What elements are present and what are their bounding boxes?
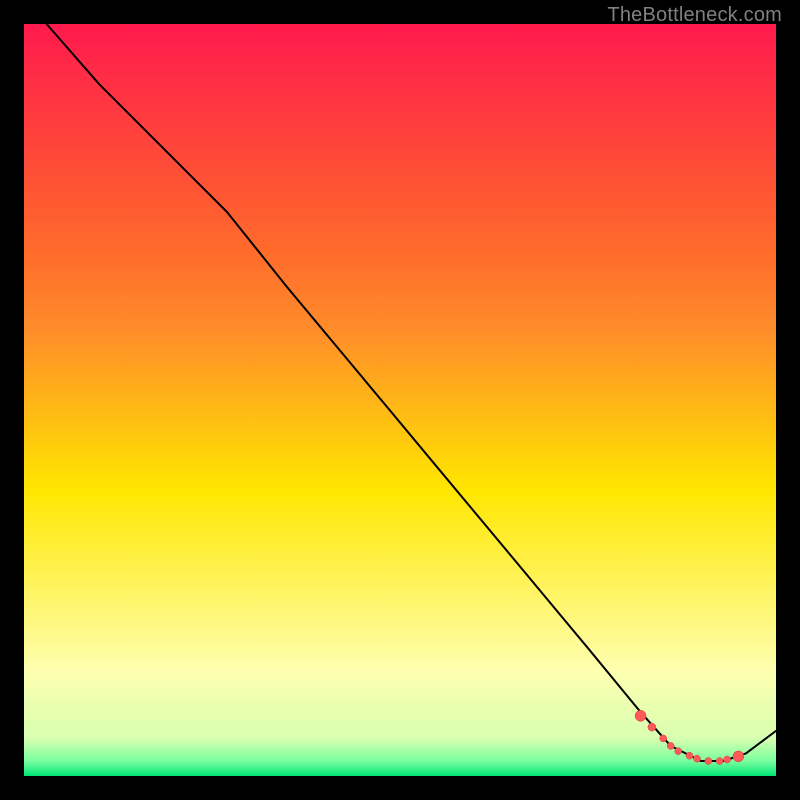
marker-point xyxy=(733,751,744,762)
marker-point xyxy=(705,758,712,765)
marker-point xyxy=(716,758,723,765)
marker-point xyxy=(694,755,701,762)
chart-frame: TheBottleneck.com xyxy=(0,0,800,800)
chart-svg xyxy=(24,24,776,776)
marker-point xyxy=(686,752,693,759)
marker-point xyxy=(675,748,682,755)
plot-area xyxy=(24,24,776,776)
marker-point xyxy=(648,723,656,731)
gradient-bg xyxy=(24,24,776,776)
watermark-text: TheBottleneck.com xyxy=(607,4,782,27)
marker-point xyxy=(660,735,667,742)
marker-point xyxy=(724,756,731,763)
marker-point xyxy=(635,710,646,721)
marker-point xyxy=(667,742,674,749)
